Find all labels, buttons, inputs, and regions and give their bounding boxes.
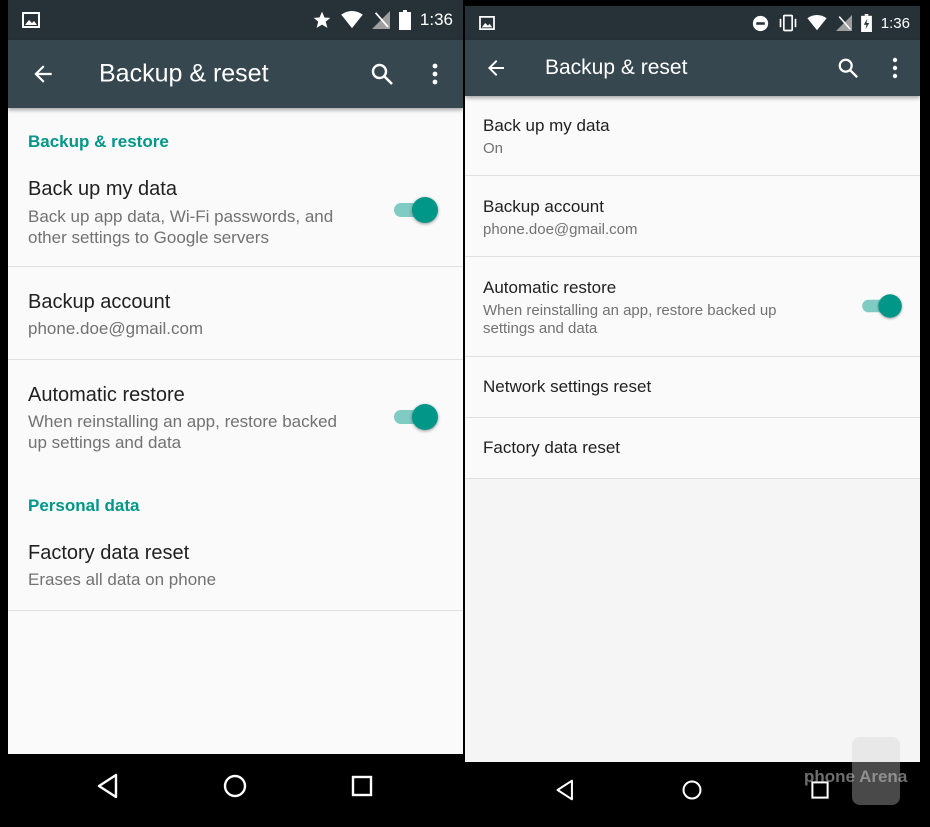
section-header-personal-data: Personal data [28, 496, 140, 515]
vibrate-icon [779, 14, 797, 32]
toggle-thumb [412, 404, 438, 430]
overflow-menu-icon[interactable] [891, 56, 899, 80]
toggle-thumb [878, 294, 902, 318]
wifi-icon [341, 11, 363, 29]
list-item-network-settings-reset[interactable]: Network settings reset [465, 357, 920, 417]
item-subtitle: phone.doe@gmail.com [483, 221, 638, 238]
settings-list: Back up my data On Backup account phone.… [465, 96, 920, 762]
list-item-back-up-my-data[interactable]: Back up my data Back up app data, Wi-Fi … [8, 166, 463, 266]
no-signal-icon [835, 15, 852, 31]
list-item-back-up-my-data[interactable]: Back up my data On [465, 96, 920, 175]
item-title: Network settings reset [483, 377, 652, 396]
overflow-menu-icon[interactable] [431, 62, 439, 86]
list-item-backup-account[interactable]: Backup account phone.doe@gmail.com [465, 176, 920, 256]
item-subtitle: Erases all data on phone [28, 570, 217, 589]
back-arrow-icon[interactable] [484, 56, 508, 80]
status-time: 1:36 [419, 10, 453, 29]
list-item-factory-data-reset[interactable]: Factory data reset [465, 418, 920, 478]
item-subtitle: Back up app data, Wi-Fi passwords, and o… [28, 207, 334, 247]
item-title: Backup account [483, 197, 604, 216]
page-title: Backup & reset [545, 56, 688, 79]
divider [8, 610, 463, 611]
item-subtitle: On [483, 140, 504, 157]
battery-icon [398, 10, 411, 30]
list-item-backup-account[interactable]: Backup account phone.doe@gmail.com [8, 267, 463, 359]
do-not-disturb-icon [752, 15, 768, 31]
automatic-restore-toggle[interactable] [394, 403, 438, 431]
star-icon [313, 11, 331, 28]
status-time: 1:36 [880, 14, 910, 32]
divider [465, 478, 920, 479]
home-circle-icon[interactable] [681, 779, 703, 801]
item-title: Automatic restore [483, 278, 617, 297]
list-item-automatic-restore[interactable]: Automatic restore When reinstalling an a… [465, 257, 920, 356]
back-arrow-icon[interactable] [30, 61, 56, 87]
app-bar: Backup & reset [465, 40, 920, 96]
backup-data-toggle[interactable] [394, 196, 438, 224]
item-subtitle: When reinstalling an app, restore backed… [483, 302, 777, 337]
no-signal-icon [371, 11, 390, 29]
status-bar: 1:36 [465, 6, 920, 40]
item-title: Backup account [28, 291, 171, 313]
item-subtitle: When reinstalling an app, restore backed… [28, 412, 338, 452]
home-circle-icon[interactable] [222, 773, 248, 799]
back-triangle-icon[interactable] [96, 773, 122, 799]
search-icon[interactable] [837, 57, 859, 79]
phonearena-watermark: phone Arena [800, 715, 910, 810]
toggle-thumb [412, 197, 438, 223]
section-header-backup-restore: Backup & restore [28, 132, 169, 151]
back-triangle-icon[interactable] [555, 779, 577, 801]
watermark-text: phone Arena [804, 767, 908, 786]
navigation-bar [8, 754, 463, 817]
settings-list: Backup & restore Back up my data Back up… [8, 108, 463, 754]
list-item-factory-data-reset[interactable]: Factory data reset Erases all data on ph… [8, 528, 463, 610]
recents-square-icon[interactable] [349, 773, 375, 799]
item-subtitle: phone.doe@gmail.com [28, 319, 204, 338]
automatic-restore-toggle[interactable] [862, 293, 902, 318]
right-phone-screen: 1:36 Backup & reset Back up my data On B… [465, 0, 920, 817]
item-title: Factory data reset [28, 542, 190, 564]
item-title: Back up my data [483, 116, 610, 135]
list-item-automatic-restore[interactable]: Automatic restore When reinstalling an a… [8, 360, 463, 470]
wifi-icon [807, 15, 827, 31]
item-title: Automatic restore [28, 384, 185, 406]
image-notification-icon [479, 16, 495, 30]
status-bar: 1:36 [8, 0, 463, 40]
item-title: Factory data reset [483, 438, 621, 457]
left-phone-screen: 1:36 Backup & reset Backup & restore Bac… [8, 0, 463, 817]
app-bar: Backup & reset [8, 40, 463, 108]
image-notification-icon [22, 12, 40, 28]
page-title: Backup & reset [99, 59, 269, 88]
search-icon[interactable] [370, 62, 394, 86]
battery-charging-icon [860, 14, 872, 32]
item-title: Back up my data [28, 178, 177, 200]
